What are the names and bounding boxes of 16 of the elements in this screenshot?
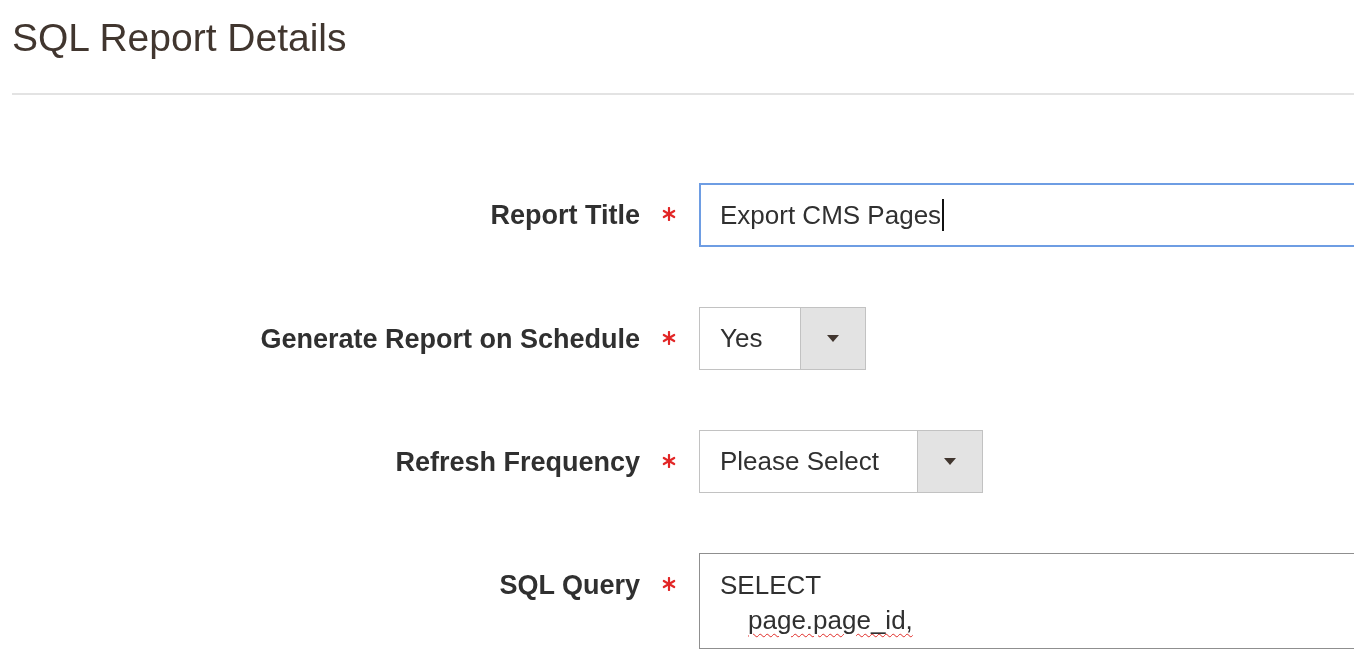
dropdown-select[interactable]: Please Select	[699, 430, 983, 493]
dropdown-select[interactable]: Yes	[699, 307, 867, 370]
caret-icon	[944, 458, 956, 465]
text-cursor-icon	[942, 199, 945, 231]
field-label: SQL Query	[499, 568, 640, 601]
field-label: Report Title	[490, 198, 640, 231]
dropdown-button[interactable]	[917, 431, 982, 492]
dropdown-button[interactable]	[800, 308, 866, 369]
code-line: SELECT	[720, 570, 822, 600]
sql-query-field[interactable]: SELECT page.page_id,	[699, 553, 1354, 649]
text-input-field[interactable]: Export CMS Pages	[699, 183, 1354, 247]
field-label: Refresh Frequency	[395, 445, 640, 478]
caret-icon	[827, 335, 840, 342]
field-label: Generate Report on Schedule	[260, 322, 640, 355]
code-line: page.page_id,	[748, 605, 913, 635]
page-title: SQL Report Details	[12, 15, 347, 61]
